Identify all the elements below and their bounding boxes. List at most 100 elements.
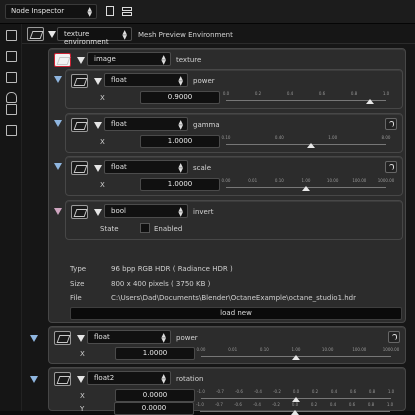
slider-tick-label: -0.4 — [254, 389, 262, 394]
environment-name: Mesh Preview Environment — [138, 31, 233, 39]
gamma-type-dropdown[interactable]: float ▲ ▼ — [104, 117, 188, 131]
scale-x-input[interactable]: 1.0000 — [140, 178, 220, 191]
collapse-icon[interactable] — [77, 376, 85, 383]
env-power-slider[interactable]: 0.00 0.01 0.10 1.00 10.00 100.00 1000.00 — [197, 347, 399, 360]
slider-thumb[interactable] — [302, 186, 310, 191]
slider-thumb[interactable] — [366, 99, 374, 104]
gamma-x-label: X — [100, 138, 105, 146]
rotation-y-slider[interactable]: -1.0 -0.7 -0.6 -0.4 -0.2 0.0 0.2 0.4 0.6 0.8 1.0 — [196, 402, 393, 415]
link-icon[interactable] — [385, 118, 397, 130]
float-node-icon[interactable] — [71, 118, 88, 132]
enabled-checkbox[interactable] — [140, 223, 150, 233]
float-node-icon[interactable] — [71, 74, 88, 88]
gamma-type-value: float — [111, 120, 127, 128]
settings-icon[interactable] — [6, 30, 17, 41]
scale-x-label: X — [100, 181, 105, 189]
environment-type-dropdown[interactable]: texture environment ▲ ▼ — [57, 27, 132, 46]
slider-tick-label: 0.6 — [348, 402, 356, 407]
slider-tick-label: 0.6 — [318, 91, 326, 96]
split-view-icon[interactable] — [122, 6, 134, 17]
slider-tick-label: 0.6 — [349, 389, 357, 394]
collapse-icon[interactable] — [77, 57, 85, 64]
updown-icon: ▲ ▼ — [122, 29, 127, 41]
power-type-dropdown[interactable]: float ▲ ▼ — [104, 73, 188, 87]
power-x-label: X — [100, 94, 105, 102]
gamma-label: gamma — [193, 121, 220, 129]
slider-tick-label: 0.2 — [254, 91, 262, 96]
slider-tick-label: 0.4 — [286, 91, 294, 96]
slider-tick-label: 0.01 — [228, 347, 238, 352]
teapot-icon[interactable] — [6, 92, 17, 103]
power-subpanel: float ▲ ▼ power X 0.9000 0.0 0.2 0.4 0.6 0.8 1… — [65, 69, 403, 109]
invert-label: invert — [193, 208, 214, 216]
link-icon[interactable] — [388, 331, 400, 343]
slider-tick-label: 0.8 — [367, 402, 375, 407]
slider-tick-label: -0.2 — [273, 389, 281, 394]
slider-thumb[interactable] — [306, 143, 315, 148]
slider-tick-label: 100.00 — [352, 178, 367, 183]
collapse-icon[interactable] — [48, 31, 56, 38]
image-texture-icon[interactable] — [54, 53, 71, 67]
grid-icon[interactable] — [6, 125, 17, 136]
texture-type-dropdown[interactable]: image ▲ ▼ — [87, 52, 171, 66]
collapse-icon[interactable] — [94, 78, 102, 85]
rotation-x-slider[interactable]: -1.0 -0.7 -0.6 -0.4 -0.2 0.0 0.2 0.4 0.6 0.8 1.0 — [197, 389, 394, 402]
rotation-y-input[interactable]: 0.0000 — [114, 402, 194, 415]
slider-tick-label: 0.4 — [329, 402, 337, 407]
scale-slider[interactable]: 0.00 0.01 0.10 1.00 10.00 100.00 1000.00 — [222, 178, 394, 191]
slider-tick-label: -1.0 — [196, 402, 204, 407]
file-label: File — [70, 294, 82, 302]
power-slider[interactable]: 0.0 0.2 0.4 0.6 0.8 1.0 — [223, 91, 389, 104]
image-icon[interactable] — [6, 104, 17, 115]
float-node-icon[interactable] — [71, 161, 88, 175]
rotation-x-input[interactable]: 0.0000 — [115, 389, 195, 402]
slider-tick-label: -1.0 — [197, 389, 205, 394]
inspector-dropdown[interactable]: Node Inspector ▲ ▼ — [5, 4, 97, 19]
type-label: Type — [70, 265, 87, 273]
power-label: power — [193, 77, 215, 85]
scale-type-dropdown[interactable]: float ▲ ▼ — [104, 160, 188, 174]
slider-tick-label: 10.00 — [326, 178, 339, 183]
env-power-x-input[interactable]: 1.0000 — [115, 347, 195, 360]
gamma-slider[interactable]: 0.10 0.40 1.00 8.00 — [222, 135, 390, 148]
invert-type-value: bool — [111, 207, 126, 215]
float-node-icon[interactable] — [54, 331, 71, 345]
slider-thumb[interactable] — [292, 355, 300, 360]
collapse-icon[interactable] — [94, 122, 102, 129]
film-icon[interactable] — [6, 72, 17, 83]
invert-type-dropdown[interactable]: bool ▲ ▼ — [104, 204, 188, 218]
load-new-button[interactable]: load new — [70, 307, 402, 320]
texture-type-value: image — [94, 55, 116, 63]
power-link-icon — [30, 335, 38, 342]
document-icon[interactable] — [104, 6, 116, 17]
environment-node-icon[interactable] — [27, 27, 44, 41]
collapse-icon[interactable] — [94, 209, 102, 216]
render-icon[interactable] — [6, 51, 17, 62]
scale-link-icon — [54, 163, 62, 170]
slider-tick-label: -0.7 — [216, 389, 224, 394]
collapse-icon[interactable] — [77, 335, 85, 342]
collapse-icon[interactable] — [94, 165, 102, 172]
size-value: 800 x 400 pixels ( 3750 KB ) — [111, 280, 211, 288]
rotation-x-label: X — [80, 392, 85, 400]
updown-icon: ▲ ▼ — [178, 162, 183, 174]
gamma-x-input[interactable]: 1.0000 — [140, 135, 220, 148]
updown-icon: ▲ ▼ — [87, 6, 92, 18]
link-icon[interactable] — [385, 161, 397, 173]
updown-icon: ▲ ▼ — [161, 332, 166, 344]
power-x-input[interactable]: 0.9000 — [140, 91, 220, 104]
slider-tick-label: 0.4 — [330, 389, 338, 394]
slider-tick-label: 0.10 — [221, 135, 231, 140]
env-power-type-dropdown[interactable]: float ▲ ▼ — [87, 330, 171, 344]
float2-node-icon[interactable] — [54, 372, 71, 386]
gamma-subpanel: float ▲ ▼ gamma X 1.0000 0.10 0.40 1.00 8.00 — [65, 113, 403, 153]
gamma-link-icon — [54, 120, 62, 127]
bool-node-icon[interactable] — [71, 205, 88, 219]
rotation-link-icon — [30, 376, 38, 383]
slider-tick-label: 0.8 — [350, 91, 358, 96]
updown-icon: ▲ ▼ — [178, 75, 183, 87]
slider-tick-label: 0.00 — [221, 178, 231, 183]
slider-tick-label: -0.4 — [253, 402, 261, 407]
rotation-type-dropdown[interactable]: float2 ▲ ▼ — [87, 371, 171, 385]
slider-tick-label: 8.00 — [381, 135, 391, 140]
